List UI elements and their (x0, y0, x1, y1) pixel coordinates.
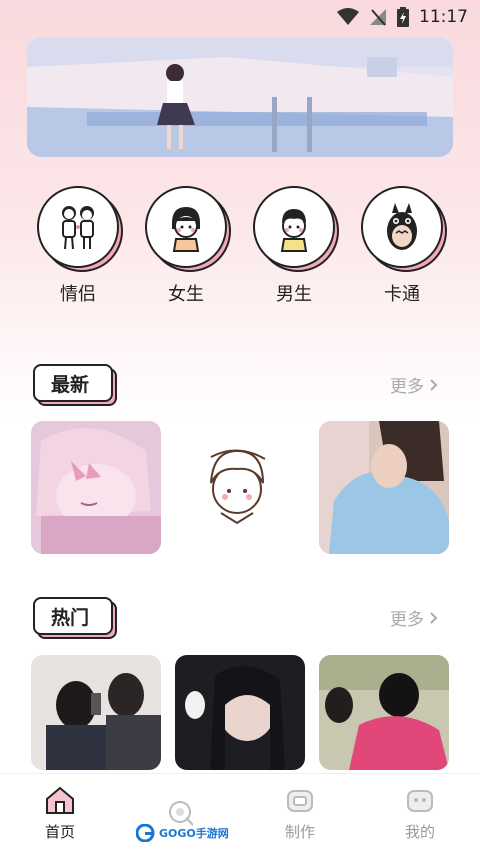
hot-card[interactable] (31, 655, 161, 770)
category-couple[interactable]: 情侣 (35, 186, 123, 306)
clock: 11:17 (419, 7, 468, 27)
hot-card[interactable] (175, 655, 305, 770)
tab-label: 首页 (44, 823, 75, 841)
latest-card[interactable] (319, 421, 449, 554)
tab-mine[interactable]: 我的 (360, 774, 480, 853)
hot-card[interactable] (319, 655, 449, 770)
make-icon (287, 790, 313, 812)
category-avatar (37, 186, 123, 272)
battery-charging-icon (397, 7, 409, 27)
bottom-tab-bar: 首页 制作 我的 (0, 773, 480, 853)
tab-label: 我的 (404, 823, 435, 841)
hot-more-link[interactable]: 更多 (390, 605, 438, 630)
discover-icon (169, 800, 194, 826)
latest-section-title: 最新 (33, 364, 117, 406)
category-label: 情侣 (60, 284, 96, 305)
category-avatar (253, 186, 339, 272)
category-cartoon[interactable]: 卡通 (359, 186, 447, 306)
tab-home[interactable]: 首页 (0, 774, 120, 853)
watermark: GOGO手游网 (136, 822, 232, 844)
latest-more-link[interactable]: 更多 (390, 372, 438, 397)
home-icon (46, 786, 74, 814)
totoro-icon (387, 203, 417, 250)
gogo-logo-icon (136, 824, 155, 842)
category-girl[interactable]: 女生 (143, 186, 231, 306)
tab-label: 制作 (284, 823, 315, 841)
chevron-right-icon (430, 611, 438, 624)
banner-image[interactable] (27, 37, 453, 157)
mine-icon (407, 790, 433, 812)
boy-icon (280, 209, 308, 252)
category-avatar (145, 186, 231, 272)
category-label: 卡通 (384, 284, 420, 305)
category-avatar (361, 186, 447, 272)
category-label: 男生 (276, 284, 312, 305)
hot-section-title: 热门 (33, 597, 117, 639)
tab-make[interactable]: 制作 (240, 774, 360, 853)
latest-card[interactable] (175, 421, 305, 554)
no-signal-icon (370, 9, 386, 26)
chevron-right-icon (430, 378, 438, 391)
category-boy[interactable]: 男生 (251, 186, 339, 306)
latest-card[interactable] (31, 421, 161, 554)
category-label: 女生 (168, 284, 204, 305)
couple-icon (62, 206, 94, 250)
wifi-icon (337, 8, 359, 25)
status-bar: 11:17 (0, 0, 480, 34)
girl-icon (172, 207, 200, 252)
